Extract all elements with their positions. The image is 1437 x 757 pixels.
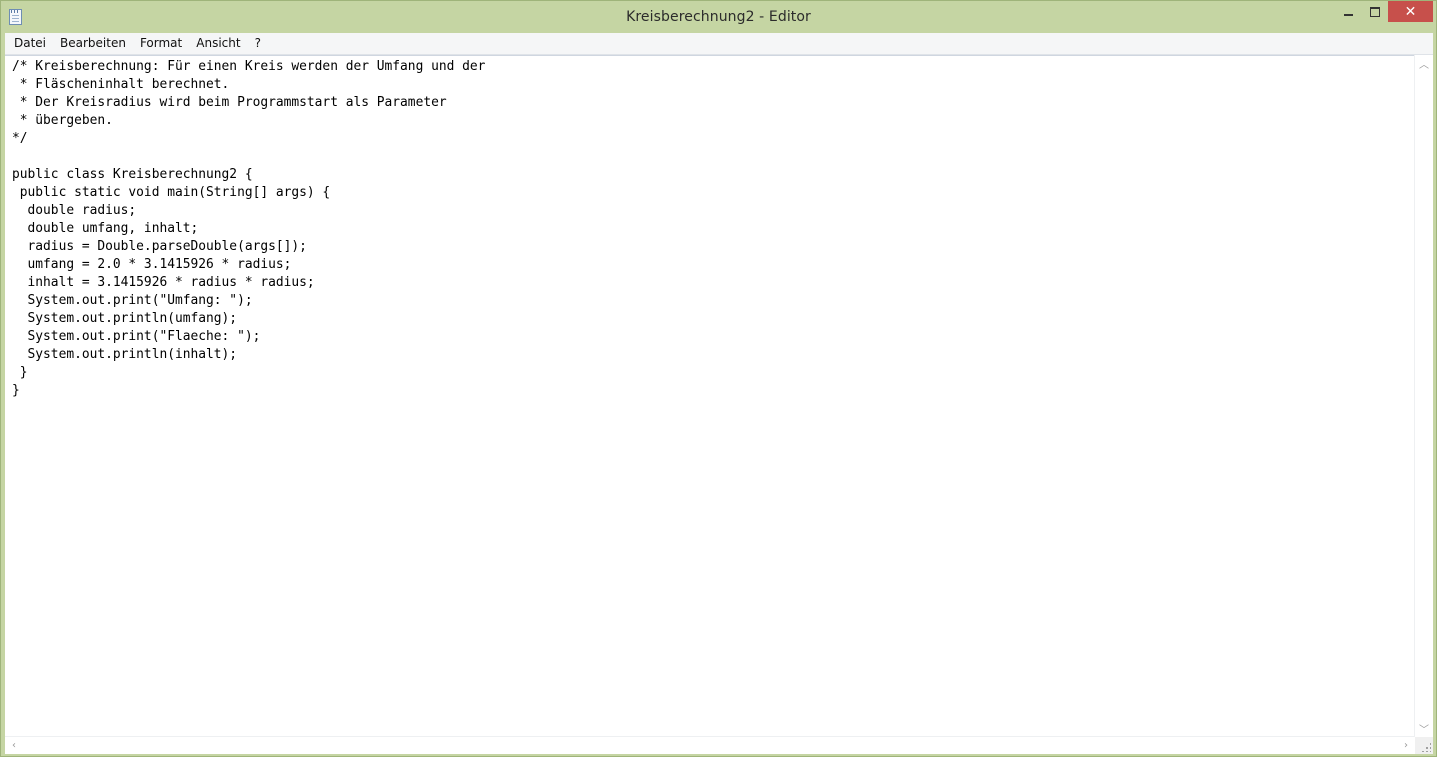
code-line: System.out.println(umfang);: [12, 311, 238, 326]
notepad-window: Kreisberechnung2 - Editor ✕ Datei Bearbe…: [0, 0, 1437, 757]
code-line: * Fläscheninhalt berechnet.: [12, 77, 230, 92]
code-line: public class Kreisberechnung2 {: [12, 167, 253, 182]
menu-item-ansicht[interactable]: Ansicht: [189, 33, 247, 54]
menu-item-format[interactable]: Format: [133, 33, 189, 54]
text-editor[interactable]: /* Kreisberechnung: Für einen Kreis werd…: [5, 55, 1415, 738]
title-bar[interactable]: Kreisberechnung2 - Editor ✕: [1, 1, 1436, 33]
code-line: /* Kreisberechnung: Für einen Kreis werd…: [12, 59, 486, 74]
code-line: double umfang, inhalt;: [12, 221, 199, 236]
scroll-up-icon[interactable]: ︿: [1415, 55, 1433, 72]
code-line: System.out.print("Umfang: ");: [12, 293, 253, 308]
code-line: double radius;: [12, 203, 137, 218]
maximize-button[interactable]: [1362, 1, 1387, 22]
code-line: umfang = 2.0 * 3.1415926 * radius;: [12, 257, 292, 272]
code-line: * übergeben.: [12, 113, 113, 128]
horizontal-scrollbar[interactable]: ‹ ›: [5, 736, 1415, 754]
menu-item-datei[interactable]: Datei: [7, 33, 53, 54]
minimize-button[interactable]: [1334, 1, 1362, 22]
minimize-icon: [1343, 13, 1353, 16]
code-line: */: [12, 131, 28, 146]
close-button[interactable]: ✕: [1388, 1, 1433, 22]
client-area: Datei Bearbeiten Format Ansicht ? /* Kre…: [5, 33, 1433, 754]
scroll-left-icon[interactable]: ‹: [5, 737, 23, 754]
maximize-icon: [1369, 6, 1380, 17]
code-line: * Der Kreisradius wird beim Programmstar…: [12, 95, 447, 110]
code-line: System.out.print("Flaeche: ");: [12, 329, 261, 344]
close-icon: ✕: [1404, 3, 1417, 20]
code-line: inhalt = 3.1415926 * radius * radius;: [12, 275, 315, 290]
vertical-scrollbar[interactable]: ︿ ﹀: [1414, 55, 1433, 737]
code-line: System.out.println(inhalt);: [12, 347, 238, 362]
code-line: }: [12, 383, 20, 398]
code-line: }: [12, 365, 28, 380]
window-title: Kreisberechnung2 - Editor: [626, 9, 811, 25]
menu-bar: Datei Bearbeiten Format Ansicht ?: [5, 33, 1433, 55]
size-grip[interactable]: [1415, 737, 1433, 754]
scroll-right-icon[interactable]: ›: [1397, 737, 1415, 754]
resize-grip-icon: [1421, 742, 1431, 752]
menu-item-bearbeiten[interactable]: Bearbeiten: [53, 33, 133, 54]
menu-item-help[interactable]: ?: [248, 33, 268, 54]
editor-content[interactable]: /* Kreisberechnung: Für einen Kreis werd…: [5, 58, 1415, 400]
scroll-down-icon[interactable]: ﹀: [1415, 720, 1433, 737]
code-line: public static void main(String[] args) {: [12, 185, 331, 200]
code-line: radius = Double.parseDouble(args[]);: [12, 239, 307, 254]
